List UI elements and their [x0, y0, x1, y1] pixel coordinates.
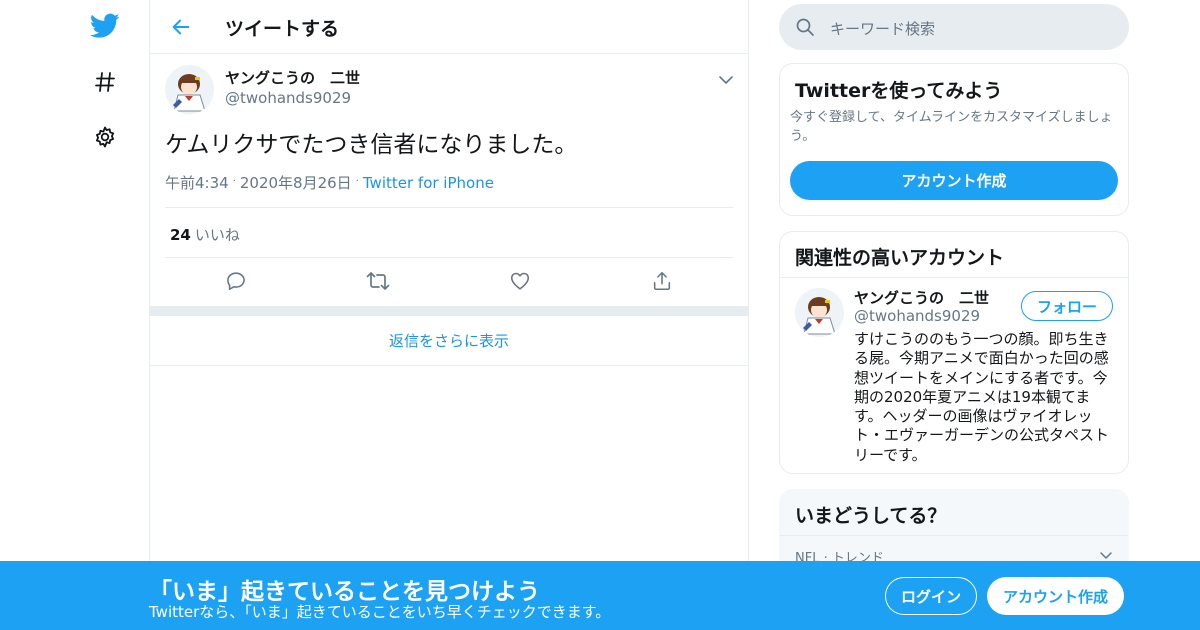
signup-card-title: Twitterを使ってみよう: [795, 80, 1003, 102]
related-account-handle[interactable]: @twohands9029: [854, 307, 980, 325]
divider: [165, 257, 733, 258]
divider: [780, 535, 1128, 536]
tweet-text: ケムリクサでたつき信者になりました。: [165, 132, 578, 158]
divider: [165, 207, 733, 208]
tweet-date[interactable]: 2020年8月26日: [240, 174, 352, 192]
banner-subline: Twitterなら、「いま」起きていることをいち早くチェックできます。: [149, 603, 611, 621]
tweet: ヤングこうの 二世 @twohands9029 ケムリクサでたつき信者になりまし…: [150, 54, 748, 306]
related-account-bio: すけこうののもう一つの顔。即ち生きる屍。今期アニメで面白かった回の感想ツイートを…: [854, 330, 1110, 464]
section-gap: [150, 306, 748, 316]
related-accounts-title: 関連性の高いアカウント: [795, 247, 1005, 269]
share-icon[interactable]: [649, 268, 675, 294]
trends-title: いまどうしてる？: [795, 505, 947, 527]
show-more-replies-link[interactable]: 返信をさらに表示: [150, 316, 748, 366]
likes-label: いいね: [194, 226, 240, 244]
author-handle[interactable]: @twohands9029: [225, 89, 351, 107]
author-name[interactable]: ヤングこうの 二世: [225, 67, 360, 88]
signup-banner: 「いま」起きていることを見つけよう Twitterなら、「いま」起きていることを…: [0, 561, 1200, 630]
left-nav: [0, 0, 150, 630]
signup-card-subtitle: 今すぐ登録して、タイムラインをカスタマイズしましょう。: [790, 110, 1113, 144]
gear-icon[interactable]: [85, 117, 125, 157]
avatar[interactable]: [795, 288, 844, 337]
back-arrow-icon[interactable]: [164, 10, 198, 44]
chevron-down-icon[interactable]: [716, 70, 736, 90]
page-title: ツイートする: [225, 18, 340, 40]
likes-count: 24: [170, 226, 191, 244]
dot-separator: ·: [355, 176, 359, 187]
tweet-meta: 午前4:34 · 2020年8月26日 · Twitter for iPhone: [165, 172, 494, 193]
page-header: ツイートする: [150, 0, 748, 54]
related-account-name[interactable]: ヤングこうの 二世: [854, 287, 989, 308]
heart-icon[interactable]: [507, 268, 533, 294]
search-input[interactable]: キーワード検索: [779, 4, 1129, 50]
signup-card: Twitterを使ってみよう 今すぐ登録して、タイムラインをカスタマイズしましょ…: [779, 63, 1129, 216]
follow-button[interactable]: フォロー: [1021, 291, 1113, 321]
login-button[interactable]: ログイン: [885, 577, 977, 615]
reply-icon[interactable]: [223, 268, 249, 294]
dot-separator: ·: [232, 176, 236, 187]
banner-create-account-button[interactable]: アカウント作成: [987, 577, 1124, 615]
tweet-actions: [150, 268, 750, 298]
avatar[interactable]: [165, 65, 214, 114]
twitter-bird-icon[interactable]: [85, 6, 125, 46]
related-accounts-card: 関連性の高いアカウント ヤングこうの 二世 @twohands9029 フォロー…: [779, 231, 1129, 474]
likes-stat[interactable]: 24 いいね: [170, 224, 240, 245]
divider: [780, 277, 1128, 278]
main-column: ツイートする ヤングこうの 二世 @twohands9029 ケムリクサでたつき…: [149, 0, 749, 630]
hashtag-icon[interactable]: [85, 62, 125, 102]
tweet-source-link[interactable]: Twitter for iPhone: [363, 174, 494, 192]
search-placeholder: キーワード検索: [830, 20, 936, 38]
create-account-button[interactable]: アカウント作成: [790, 161, 1118, 200]
search-icon: [795, 17, 815, 41]
retweet-icon[interactable]: [365, 268, 391, 294]
tweet-time[interactable]: 午前4:34: [165, 174, 229, 192]
